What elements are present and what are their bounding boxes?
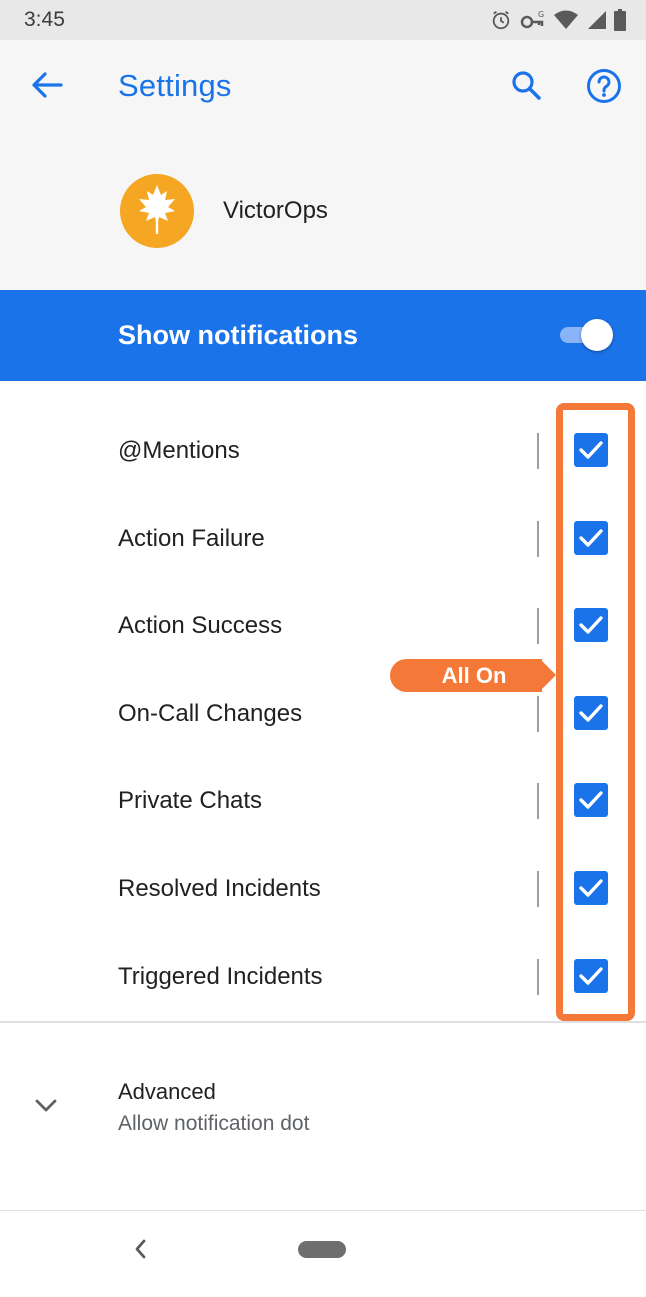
channel-divider — [537, 695, 539, 732]
channel-checkbox[interactable] — [574, 695, 608, 730]
wifi-icon — [554, 10, 578, 30]
home-pill-button[interactable] — [298, 1241, 346, 1258]
back-button[interactable] — [22, 65, 72, 109]
channel-label: Private Chats — [118, 787, 263, 815]
channel-checkbox[interactable] — [574, 520, 608, 555]
channel-row[interactable]: Resolved Incidents — [0, 845, 646, 933]
channel-list: @Mentions Action Failure Action Success … — [0, 407, 646, 1020]
channel-divider — [537, 958, 539, 995]
toggle-thumb — [581, 319, 613, 351]
nav-back-button[interactable] — [128, 1236, 152, 1262]
alarm-icon — [490, 9, 512, 31]
check-icon — [579, 528, 603, 547]
status-icons: G — [490, 6, 626, 34]
cell-signal-icon — [586, 10, 606, 30]
channel-checkbox[interactable] — [574, 783, 608, 818]
channel-divider — [537, 433, 539, 469]
callout-label: All On — [441, 662, 507, 688]
channel-row[interactable]: Private Chats — [0, 757, 646, 845]
check-icon — [579, 704, 603, 722]
check-icon — [579, 441, 603, 459]
status-bar: 3:45 G — [0, 0, 646, 40]
help-button[interactable] — [580, 64, 628, 112]
channel-row[interactable]: @Mentions — [0, 407, 646, 495]
channel-checkbox[interactable] — [574, 958, 608, 993]
callout-body: All On — [390, 659, 542, 692]
section-divider — [0, 1021, 646, 1023]
channel-label: Action Success — [118, 612, 283, 640]
battery-icon — [614, 9, 626, 31]
app-bar: Settings VictorOps — [0, 40, 646, 290]
channel-row[interactable]: Action Success — [0, 582, 646, 670]
app-icon — [120, 174, 194, 248]
channel-divider — [537, 783, 539, 820]
advanced-section[interactable]: Advanced Allow notification dot — [0, 1060, 646, 1160]
page-title: Settings — [118, 68, 232, 103]
show-notifications-row[interactable]: Show notifications — [0, 290, 646, 381]
check-icon — [579, 616, 603, 634]
arrow-back-icon — [31, 71, 63, 104]
vpn-key-icon: G — [520, 9, 546, 31]
channel-label: Action Failure — [118, 524, 265, 552]
channel-divider — [537, 520, 539, 557]
channel-label: Resolved Incidents — [118, 874, 321, 902]
channel-label: @Mentions — [118, 437, 240, 464]
help-icon — [586, 68, 622, 109]
channel-row[interactable]: Triggered Incidents — [0, 933, 646, 1021]
channel-label: On-Call Changes — [118, 699, 303, 727]
app-name: VictorOps — [223, 197, 328, 224]
channel-row[interactable]: Action Failure — [0, 495, 646, 583]
channel-label: Triggered Incidents — [118, 962, 323, 990]
check-icon — [579, 879, 603, 897]
svg-text:G: G — [538, 10, 544, 19]
advanced-subtitle: Allow notification dot — [118, 1112, 310, 1135]
advanced-title: Advanced — [118, 1079, 216, 1104]
chevron-down-icon — [30, 1094, 62, 1118]
channel-checkbox[interactable] — [574, 433, 608, 467]
check-icon — [579, 966, 603, 985]
callout-arrow — [540, 659, 556, 691]
search-button[interactable] — [503, 64, 549, 110]
channel-divider — [537, 870, 539, 907]
channel-checkbox[interactable] — [574, 870, 608, 905]
check-icon — [579, 791, 603, 810]
channel-checkbox[interactable] — [574, 608, 608, 643]
victorops-leaf-logo-icon — [135, 183, 179, 240]
nav-divider — [0, 1210, 646, 1211]
show-notifications-label: Show notifications — [118, 320, 358, 350]
status-time: 3:45 — [24, 8, 65, 31]
search-icon — [510, 69, 542, 106]
nav-back-icon — [135, 1239, 146, 1259]
show-notifications-toggle[interactable] — [556, 318, 616, 352]
channel-divider — [537, 608, 539, 645]
